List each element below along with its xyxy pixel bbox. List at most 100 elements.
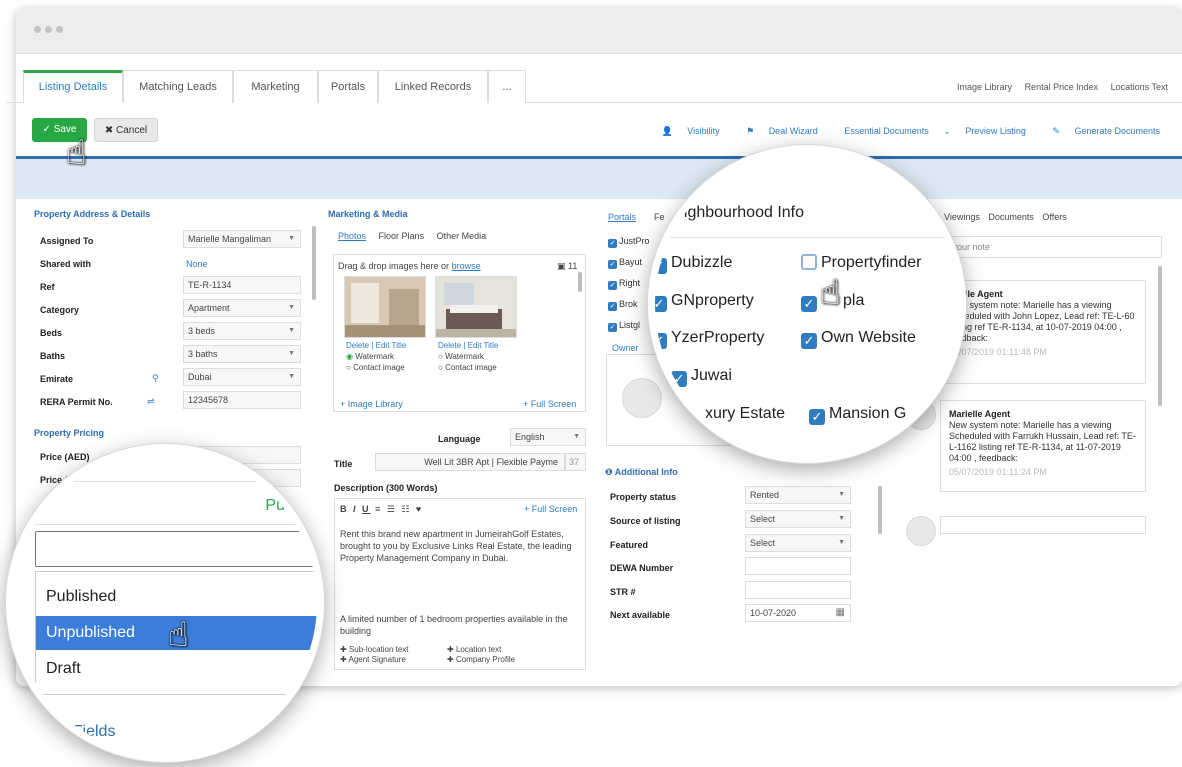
window-controls [34, 25, 67, 36]
beds-select[interactable]: 3 beds ▼ [183, 322, 301, 340]
source-select[interactable]: Select ▼ [745, 510, 851, 528]
check-icon: ✓ [655, 258, 667, 274]
tab-listing-details[interactable]: Listing Details [23, 70, 123, 103]
chevron-down-icon: ▼ [573, 433, 580, 440]
generate-documents-link[interactable]: ✎ Generate Documents [1040, 126, 1160, 136]
tab-marketing[interactable]: Marketing [233, 70, 318, 103]
thumb-actions[interactable]: Delete | Edit Title [346, 341, 406, 350]
property-section-title: Property Address & Details [34, 209, 151, 219]
status-option-draft[interactable]: Draft [36, 652, 317, 686]
preview-listing-link[interactable]: Preview Listing [965, 126, 1026, 136]
property-status-select[interactable]: Rented ▼ [745, 486, 851, 504]
tab-more[interactable]: ... [488, 70, 526, 103]
portal-checkbox[interactable]: ✓ JustPro [608, 236, 650, 248]
locations-text-link[interactable]: Locations Text [1111, 82, 1168, 92]
tab-viewings[interactable]: Viewings [944, 212, 980, 222]
portal-option[interactable]: Propertyfinder [801, 254, 922, 272]
portal-option[interactable]: ✓ Mansion G [809, 405, 906, 425]
image-library-link[interactable]: Image Library [957, 82, 1012, 92]
photos-scrollbar[interactable] [578, 272, 582, 292]
baths-select[interactable]: 3 baths ▼ [183, 345, 301, 363]
contact-image-toggle[interactable]: ○ Contact image [346, 363, 405, 372]
tab-photos[interactable]: Photos [338, 231, 366, 241]
chevron-down-icon: ▼ [288, 327, 295, 334]
featured-select[interactable]: Select ▼ [745, 534, 851, 552]
chevron-down-icon: ⌄ [943, 126, 951, 136]
portals-magnifier: eighbourhood Info ✓ Dubizzle Propertyfind… [648, 145, 966, 463]
status-search-input[interactable] [35, 531, 317, 567]
add-note-input[interactable]: d your note [940, 236, 1162, 258]
deal-wizard-link[interactable]: ⚑ Deal Wizard [734, 126, 818, 136]
insert-agent-signature[interactable]: ✚ Agent Signature [340, 655, 406, 665]
zoom-dot[interactable] [56, 26, 63, 33]
bathroom-photo [345, 277, 425, 337]
shared-with-value[interactable]: None [186, 259, 208, 269]
status-select[interactable]: Pu ▼ [35, 489, 317, 525]
watermark-toggle[interactable]: ◉ Watermark [346, 352, 394, 361]
minimize-dot[interactable] [45, 26, 52, 33]
language-select[interactable]: English ▼ [510, 428, 586, 446]
rera-permit-field[interactable]: 12345678 [183, 391, 301, 409]
close-dot[interactable] [34, 26, 41, 33]
baths-label: Baths [40, 351, 66, 361]
contact-image-toggle[interactable]: ○ Contact image [438, 363, 497, 372]
portal-checkbox[interactable]: ✓ Bayut [608, 257, 642, 269]
tab-other-media[interactable]: Other Media [437, 231, 487, 241]
assigned-to-select[interactable]: Marielle Mangaliman ▼ [183, 230, 301, 248]
essential-documents-menu[interactable]: Essential Documents ⌄ [832, 126, 951, 136]
ref-field[interactable]: TE-R-1134 [183, 276, 301, 294]
category-select[interactable]: Apartment ▼ [183, 299, 301, 317]
tab-portals[interactable]: Portals [318, 70, 378, 103]
check-icon: ✓ [608, 302, 617, 311]
cancel-button[interactable]: ✖ Cancel [94, 118, 158, 142]
dewa-input[interactable] [745, 557, 851, 575]
title-input[interactable]: Well Lit 3BR Apt | Flexible Payme [375, 453, 565, 471]
insert-location[interactable]: ✚ Location text [447, 645, 501, 655]
visibility-link[interactable]: 👤 Visibility [650, 126, 720, 136]
photo-thumbnail[interactable] [435, 276, 517, 338]
portal-checkbox[interactable]: ✓ Listgl [608, 320, 640, 332]
tab-offers[interactable]: Offers [1042, 212, 1066, 222]
portal-option[interactable]: ✓ YzerProperty [655, 329, 764, 349]
photo-thumbnail[interactable] [344, 276, 426, 338]
insert-sublocation[interactable]: ✚ Sub-location text [340, 645, 409, 655]
status-option-published[interactable]: Published [36, 580, 317, 614]
full-screen-button[interactable]: + Full Screen [523, 399, 576, 409]
portal-option[interactable]: ✓ Dubizzle [655, 254, 732, 274]
tab-documents[interactable]: Documents [988, 212, 1034, 222]
notes-scrollbar[interactable] [1158, 266, 1162, 406]
editor-full-screen[interactable]: + Full Screen [524, 504, 577, 514]
next-available-input[interactable]: 10-07-2020 ▦ [745, 604, 851, 622]
tab-floor-plans[interactable]: Floor Plans [379, 231, 425, 241]
portal-checkbox[interactable]: ✓ Right [608, 278, 640, 290]
tab-linked-records[interactable]: Linked Records [378, 70, 488, 103]
tab-matching-leads[interactable]: Matching Leads [123, 70, 233, 103]
left-scrollbar[interactable] [312, 226, 316, 300]
insert-company-profile[interactable]: ✚ Company Profile [447, 655, 515, 665]
portal-option[interactable]: ✓ Juwai [671, 367, 732, 387]
divider [655, 237, 959, 238]
portal-option[interactable]: ✓ GNproperty [655, 292, 754, 312]
chevron-down-icon: ▼ [288, 235, 295, 242]
editor-toolbar[interactable]: B I U ≡ ☰ ☷ ♥ [340, 504, 423, 515]
portal-option[interactable]: xury Estate [705, 405, 785, 423]
owner-tab[interactable]: Owner [612, 343, 639, 353]
emirate-select[interactable]: Dubai ▼ [183, 368, 301, 386]
additional-info-title: ❶ Additional Info [605, 467, 678, 477]
tab-portals-panel[interactable]: Portals [608, 212, 636, 222]
divider [13, 481, 317, 482]
watermark-toggle[interactable]: ○ Watermark [438, 352, 484, 361]
browse-link[interactable]: browse [452, 261, 481, 271]
rental-price-index-link[interactable]: Rental Price Index [1025, 82, 1099, 92]
thumb-actions[interactable]: Delete | Edit Title [438, 341, 498, 350]
search-icon[interactable]: ⚲ [152, 373, 159, 384]
additional-scrollbar[interactable] [878, 486, 882, 534]
unchecked-icon [801, 254, 817, 270]
image-library-button[interactable]: + Image Library [340, 399, 403, 409]
str-input[interactable] [745, 581, 851, 599]
calendar-icon: ▦ [835, 607, 845, 618]
sync-icon[interactable]: ⇌ [147, 396, 155, 407]
tab-features[interactable]: Fe [654, 212, 665, 222]
portal-checkbox[interactable]: ✓ Brok [608, 299, 638, 311]
portal-option[interactable]: ✓ Own Website [801, 329, 916, 349]
